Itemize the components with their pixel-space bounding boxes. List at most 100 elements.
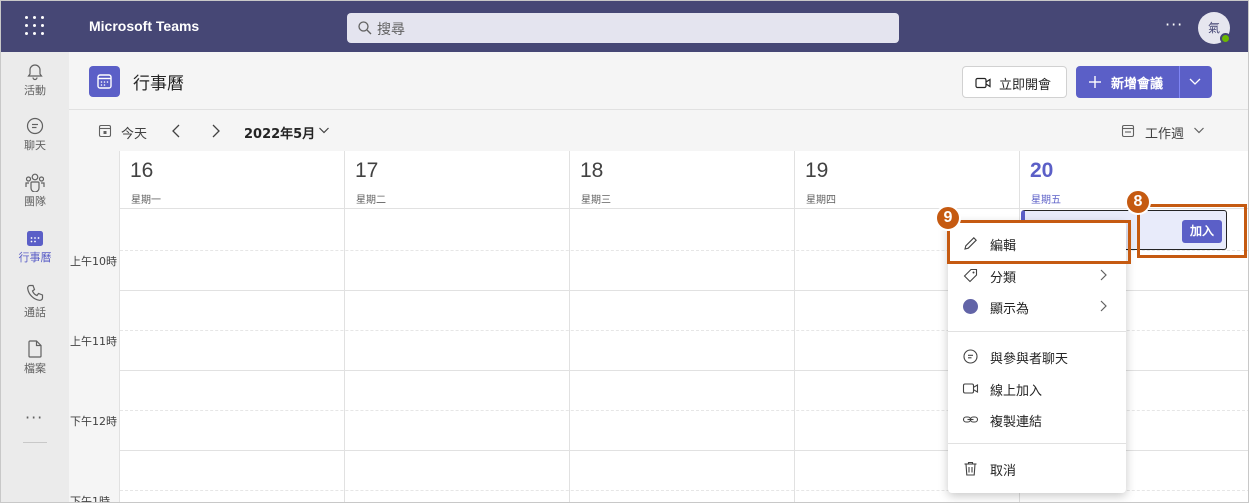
callout-box-edit bbox=[947, 220, 1131, 264]
day-number: 16 bbox=[130, 159, 154, 182]
avatar-initial: 氣 bbox=[1207, 21, 1220, 35]
time-label: 上午11時 bbox=[70, 335, 117, 348]
day-number: 20 bbox=[1030, 159, 1054, 182]
link-icon bbox=[962, 416, 979, 423]
search-input[interactable]: 搜尋 bbox=[347, 13, 899, 43]
view-switcher[interactable]: 工作週 bbox=[1145, 123, 1184, 142]
day-number: 17 bbox=[355, 159, 379, 182]
new-meeting-label: 新增會議 bbox=[1111, 77, 1164, 92]
file-icon bbox=[28, 340, 42, 358]
phone-icon bbox=[27, 284, 44, 301]
rail-item-activity[interactable]: 活動 bbox=[1, 61, 69, 113]
rail-item-files[interactable]: 檔案 bbox=[1, 339, 69, 391]
rail-item-calendar[interactable]: 行事曆 bbox=[1, 228, 69, 280]
menu-label-chat-participants: 與參與者聊天 bbox=[990, 352, 1069, 367]
month-picker[interactable]: 2022年5月 bbox=[244, 123, 315, 142]
menu-item-categorize[interactable]: 分類 bbox=[948, 260, 1126, 291]
menu-label-show-as: 顯示為 bbox=[990, 302, 1030, 317]
app-launcher-icon[interactable] bbox=[25, 16, 45, 36]
app-bar: 活動 聊天 團隊 行事曆 通話 檔案 ··· bbox=[1, 52, 69, 502]
presence-available-icon bbox=[1220, 33, 1231, 44]
menu-label-join-online: 線上加入 bbox=[990, 384, 1043, 399]
calendar-app-icon bbox=[89, 66, 120, 97]
callout-number-edit: 9 bbox=[935, 205, 961, 231]
search-placeholder: 搜尋 bbox=[377, 22, 405, 38]
grid-line bbox=[119, 209, 120, 502]
time-label: 下午12時 bbox=[70, 415, 117, 428]
grid-line bbox=[569, 209, 570, 502]
menu-item-show-as[interactable]: 顯示為 bbox=[948, 291, 1126, 322]
day-name: 星期四 bbox=[806, 195, 836, 206]
day-name: 星期二 bbox=[356, 195, 386, 206]
app-title: Microsoft Teams bbox=[89, 18, 200, 34]
meet-now-label: 立即開會 bbox=[999, 78, 1052, 93]
menu-divider bbox=[948, 443, 1126, 444]
day-name: 星期三 bbox=[581, 195, 611, 206]
grid-line bbox=[344, 209, 345, 502]
menu-item-chat-participants[interactable]: 與參與者聊天 bbox=[948, 341, 1126, 372]
grid-line bbox=[794, 209, 795, 502]
more-apps-icon[interactable]: ··· bbox=[25, 408, 43, 427]
menu-divider bbox=[948, 331, 1126, 332]
title-bar: Microsoft Teams 搜尋 ··· 氣 bbox=[1, 1, 1248, 52]
chevron-right-icon bbox=[1100, 269, 1107, 281]
menu-item-copy-link[interactable]: 複製連結 bbox=[948, 404, 1126, 435]
callout-box-join bbox=[1137, 204, 1247, 258]
new-meeting-button[interactable]: 新增會議 bbox=[1076, 66, 1212, 98]
avatar[interactable]: 氣 bbox=[1198, 12, 1231, 44]
busy-status-icon bbox=[963, 299, 978, 314]
rail-label-calls: 通話 bbox=[24, 306, 46, 319]
calendar-header: 行事曆 立即開會 新增會議 bbox=[69, 52, 1248, 110]
callout-number-join: 8 bbox=[1125, 189, 1151, 215]
chevron-down-icon[interactable] bbox=[318, 126, 330, 135]
time-label: 下午1時 bbox=[70, 495, 110, 503]
meet-now-button[interactable]: 立即開會 bbox=[962, 66, 1067, 98]
chevron-down-icon[interactable] bbox=[1193, 126, 1205, 135]
today-button[interactable]: 今天 bbox=[121, 123, 147, 142]
calendar-toolbar: 今天 2022年5月 工作週 bbox=[69, 111, 1248, 151]
plus-icon bbox=[1089, 76, 1101, 88]
video-camera-icon bbox=[962, 383, 979, 394]
menu-label-copy-link: 複製連結 bbox=[990, 415, 1043, 430]
search-icon bbox=[358, 21, 372, 35]
calendar-icon bbox=[27, 231, 43, 246]
chevron-left-icon[interactable] bbox=[170, 123, 182, 139]
video-camera-icon bbox=[975, 77, 991, 89]
rail-item-chat[interactable]: 聊天 bbox=[1, 116, 69, 168]
menu-item-cancel[interactable]: 取消 bbox=[948, 453, 1126, 484]
teams-icon bbox=[25, 173, 45, 192]
rail-label-files: 檔案 bbox=[24, 362, 46, 375]
rail-item-teams[interactable]: 團隊 bbox=[1, 172, 69, 224]
page-title: 行事曆 bbox=[133, 74, 184, 94]
bell-icon bbox=[27, 64, 43, 81]
rail-item-calls[interactable]: 通話 bbox=[1, 283, 69, 335]
day-number: 18 bbox=[580, 159, 604, 182]
today-icon bbox=[98, 124, 112, 138]
more-options-icon[interactable]: ··· bbox=[1165, 15, 1183, 34]
day-header[interactable]: 18 星期三 bbox=[569, 151, 795, 209]
day-header[interactable]: 19 星期四 bbox=[794, 151, 1020, 209]
day-number: 19 bbox=[805, 159, 829, 182]
day-name: 星期五 bbox=[1031, 195, 1061, 206]
trash-icon bbox=[964, 461, 977, 476]
rail-label-calendar: 行事曆 bbox=[18, 251, 52, 264]
chevron-right-icon[interactable] bbox=[210, 123, 222, 139]
rail-label-teams: 團隊 bbox=[24, 195, 46, 208]
rail-divider bbox=[23, 442, 47, 443]
menu-label-categorize: 分類 bbox=[990, 271, 1017, 286]
menu-label-cancel: 取消 bbox=[990, 464, 1017, 479]
tag-icon bbox=[963, 268, 978, 283]
teams-window: Microsoft Teams 搜尋 ··· 氣 活動 聊天 團隊 行事曆 通話… bbox=[0, 0, 1249, 503]
chat-icon bbox=[963, 349, 978, 364]
chevron-right-icon bbox=[1100, 300, 1107, 312]
chevron-down-icon[interactable] bbox=[1188, 77, 1202, 87]
day-header[interactable]: 16 星期一 bbox=[119, 151, 345, 209]
rail-label-chat: 聊天 bbox=[24, 139, 46, 152]
split-divider bbox=[1179, 66, 1180, 98]
view-calendar-icon bbox=[1121, 124, 1135, 138]
day-header[interactable]: 17 星期二 bbox=[344, 151, 570, 209]
rail-label-activity: 活動 bbox=[24, 84, 46, 97]
menu-item-join-online[interactable]: 線上加入 bbox=[948, 373, 1126, 404]
time-label: 上午10時 bbox=[70, 255, 117, 268]
chat-icon bbox=[26, 117, 44, 135]
